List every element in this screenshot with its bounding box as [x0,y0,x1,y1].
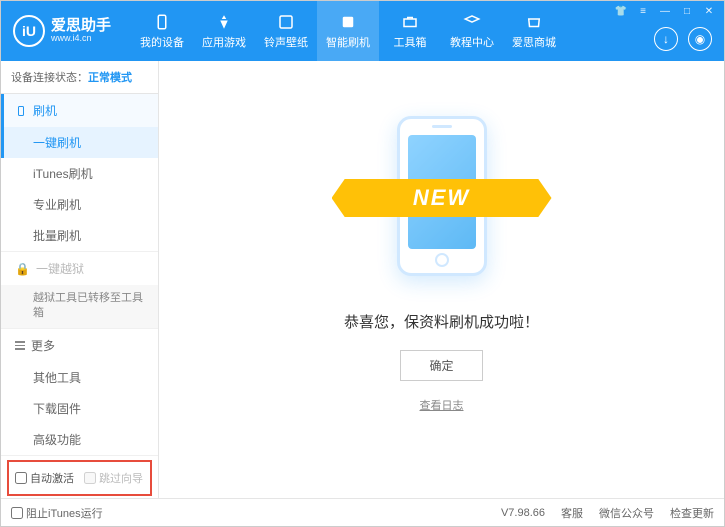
status-label: 设备连接状态： [11,72,88,84]
nav-label: 我的设备 [140,34,184,50]
tutorial-icon [462,13,482,31]
checkbox-input[interactable] [15,472,27,484]
section-label: 刷机 [33,102,57,119]
minimize-icon[interactable]: — [658,5,672,17]
nav-store[interactable]: 爱思商城 [503,1,565,61]
logo-icon: iU [13,15,45,47]
success-illustration: NEW [352,101,532,291]
nav-label: 爱思商城 [512,34,556,50]
new-ribbon: NEW [332,179,552,217]
logo: iU 爱思助手 www.i4.cn [13,15,111,47]
checkbox-label: 自动激活 [30,470,74,486]
toolbox-icon [400,13,420,31]
options-highlighted: 自动激活 跳过向导 [7,460,152,496]
skin-icon[interactable]: 👕 [614,5,628,17]
sidebar-section-more[interactable]: 更多 [1,329,158,362]
flash-icon [338,13,358,31]
user-icon[interactable]: ◉ [688,27,712,51]
checkbox-label: 跳过向导 [99,470,143,486]
sidebar-item-download-firmware[interactable]: 下载固件 [1,393,158,424]
nav-smart-flash[interactable]: 智能刷机 [317,1,379,61]
nav-label: 智能刷机 [326,34,370,50]
window-controls: 👕 ≡ — □ ✕ [614,5,716,17]
app-title: 爱思助手 [51,18,111,35]
footer-link-update[interactable]: 检查更新 [670,505,714,521]
sidebar-item-batch-flash[interactable]: 批量刷机 [1,220,158,251]
nav-label: 铃声壁纸 [264,34,308,50]
nav-label: 应用游戏 [202,34,246,50]
nav-apps[interactable]: 应用游戏 [193,1,255,61]
nav-ringtones[interactable]: 铃声壁纸 [255,1,317,61]
device-icon [152,13,172,31]
checkbox-block-itunes[interactable]: 阻止iTunes运行 [11,505,103,521]
section-label: 更多 [31,337,55,354]
version-label: V7.98.66 [501,507,545,519]
lock-icon: 🔒 [15,262,30,276]
menu-icon[interactable]: ≡ [636,5,650,17]
sidebar-item-advanced[interactable]: 高级功能 [1,424,158,455]
jailbreak-note: 越狱工具已转移至工具箱 [1,285,158,328]
nav-label: 工具箱 [394,34,427,50]
view-log-link[interactable]: 查看日志 [420,397,464,413]
sidebar-section-flash[interactable]: 刷机 [1,94,158,127]
sidebar-item-other-tools[interactable]: 其他工具 [1,362,158,393]
download-icon[interactable]: ↓ [654,27,678,51]
app-header: iU 爱思助手 www.i4.cn 我的设备 应用游戏 铃声壁纸 智能刷机 [1,1,724,61]
footer-link-wechat[interactable]: 微信公众号 [599,505,654,521]
checkbox-input[interactable] [11,507,23,519]
top-nav: 我的设备 应用游戏 铃声壁纸 智能刷机 工具箱 教程中心 [131,1,565,61]
success-message: 恭喜您，保资料刷机成功啦！ [344,311,539,332]
app-subtitle: www.i4.cn [51,34,111,44]
nav-label: 教程中心 [450,34,494,50]
close-icon[interactable]: ✕ [702,5,716,17]
maximize-icon[interactable]: □ [680,5,694,17]
device-status: 设备连接状态：正常模式 [1,61,158,94]
main-content: NEW 恭喜您，保资料刷机成功啦！ 确定 查看日志 [159,61,724,498]
sidebar-item-oneclick-flash[interactable]: 一键刷机 [1,127,158,158]
sidebar: 设备连接状态：正常模式 刷机 一键刷机 iTunes刷机 专业刷机 批量刷机 🔒… [1,61,159,498]
footer-link-support[interactable]: 客服 [561,505,583,521]
section-label: 一键越狱 [36,260,84,277]
phone-icon [15,105,27,117]
checkbox-auto-activate[interactable]: 自动激活 [15,470,74,486]
hamburger-icon [15,341,25,350]
wallpaper-icon [276,13,296,31]
status-value: 正常模式 [88,72,132,84]
nav-toolbox[interactable]: 工具箱 [379,1,441,61]
sidebar-section-jailbreak[interactable]: 🔒 一键越狱 [1,252,158,285]
ok-button[interactable]: 确定 [400,350,482,381]
nav-my-device[interactable]: 我的设备 [131,1,193,61]
apps-icon [214,13,234,31]
checkbox-label: 阻止iTunes运行 [26,505,103,521]
store-icon [524,13,544,31]
checkbox-input[interactable] [84,472,96,484]
sidebar-item-itunes-flash[interactable]: iTunes刷机 [1,158,158,189]
nav-tutorials[interactable]: 教程中心 [441,1,503,61]
footer: 阻止iTunes运行 V7.98.66 客服 微信公众号 检查更新 [1,498,724,526]
checkbox-skip-guide[interactable]: 跳过向导 [84,470,143,486]
sidebar-item-pro-flash[interactable]: 专业刷机 [1,189,158,220]
